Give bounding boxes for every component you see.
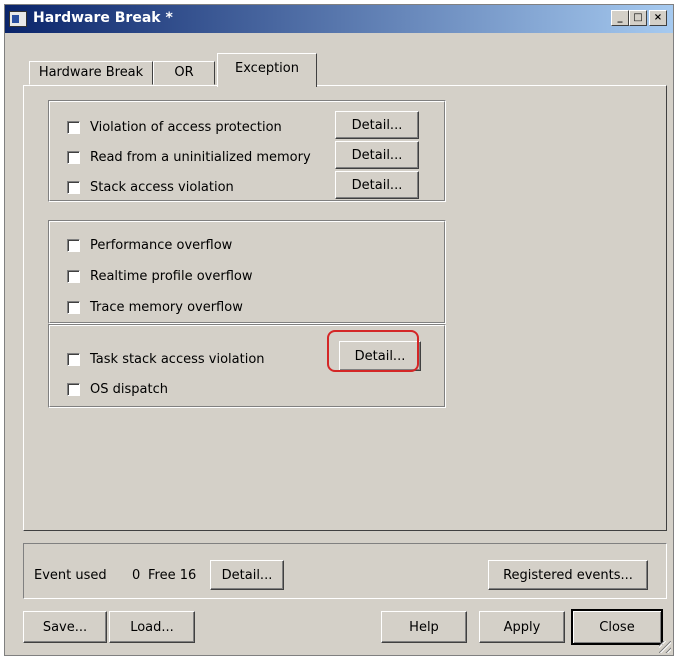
- performance-overflow-label: Performance overflow: [90, 237, 233, 253]
- read-uninitialized-label: Read from a uninitialized memory: [90, 149, 311, 165]
- window-controls: _ □ ×: [611, 10, 667, 26]
- help-button[interactable]: Help: [381, 611, 467, 643]
- performance-overflow-checkbox[interactable]: [67, 238, 80, 252]
- violation-access-protection-checkbox[interactable]: [67, 120, 80, 134]
- read-uninitialized-checkbox[interactable]: [67, 150, 80, 164]
- realtime-profile-overflow-checkbox[interactable]: [67, 269, 80, 283]
- tab-or[interactable]: OR: [153, 61, 215, 85]
- maximize-button[interactable]: □: [629, 10, 647, 26]
- detail-button-stack-access[interactable]: Detail...: [335, 171, 419, 199]
- window-icon: [9, 11, 27, 27]
- highlight-annotation: [327, 330, 419, 372]
- performance-overflow-row: Performance overflow: [67, 235, 232, 255]
- event-used-label: Event used: [34, 568, 107, 583]
- realtime-profile-overflow-row: Realtime profile overflow: [67, 266, 253, 286]
- title-bar[interactable]: Hardware Break * _ □ ×: [5, 5, 673, 33]
- violation-access-protection-row: Violation of access protection: [67, 117, 282, 137]
- stack-access-violation-checkbox[interactable]: [67, 180, 80, 194]
- save-button[interactable]: Save...: [23, 611, 107, 643]
- resize-grip[interactable]: [659, 641, 671, 653]
- event-used-value: 0: [132, 568, 141, 583]
- tab-hardware-break[interactable]: Hardware Break: [29, 61, 153, 85]
- trace-memory-overflow-row: Trace memory overflow: [67, 297, 243, 317]
- close-window-button[interactable]: ×: [649, 10, 667, 26]
- read-uninitialized-row: Read from a uninitialized memory: [67, 147, 311, 167]
- registered-events-button[interactable]: Registered events...: [488, 560, 648, 590]
- os-dispatch-checkbox[interactable]: [67, 382, 80, 396]
- exception-tab-panel: Violation of access protection Read from…: [23, 85, 667, 531]
- close-button[interactable]: Close: [571, 609, 663, 645]
- event-status-panel: Event used 0 Free 16 Detail... Registere…: [23, 543, 667, 599]
- task-stack-access-checkbox[interactable]: [67, 352, 80, 366]
- task-stack-access-row: Task stack access violation: [67, 349, 265, 369]
- trace-memory-overflow-label: Trace memory overflow: [90, 299, 243, 315]
- violation-access-protection-label: Violation of access protection: [90, 119, 282, 135]
- stack-access-violation-row: Stack access violation: [67, 177, 234, 197]
- detail-button-read-uninitialized[interactable]: Detail...: [335, 141, 419, 169]
- os-dispatch-row: OS dispatch: [67, 379, 168, 399]
- apply-button[interactable]: Apply: [479, 611, 565, 643]
- stack-access-violation-label: Stack access violation: [90, 179, 234, 195]
- realtime-profile-overflow-label: Realtime profile overflow: [90, 268, 253, 284]
- tab-exception[interactable]: Exception: [217, 53, 317, 87]
- window-title: Hardware Break *: [33, 10, 173, 26]
- free-count-label: Free 16: [148, 568, 197, 583]
- overflow-group: Performance overflow Realtime profile ov…: [48, 220, 446, 324]
- trace-memory-overflow-checkbox[interactable]: [67, 300, 80, 314]
- minimize-button[interactable]: _: [611, 10, 629, 26]
- event-detail-button[interactable]: Detail...: [210, 560, 284, 590]
- detail-button-violation[interactable]: Detail...: [335, 111, 419, 139]
- access-violation-group: Violation of access protection Read from…: [48, 100, 446, 202]
- load-button[interactable]: Load...: [109, 611, 195, 643]
- os-dispatch-label: OS dispatch: [90, 381, 168, 397]
- task-stack-access-label: Task stack access violation: [90, 351, 265, 367]
